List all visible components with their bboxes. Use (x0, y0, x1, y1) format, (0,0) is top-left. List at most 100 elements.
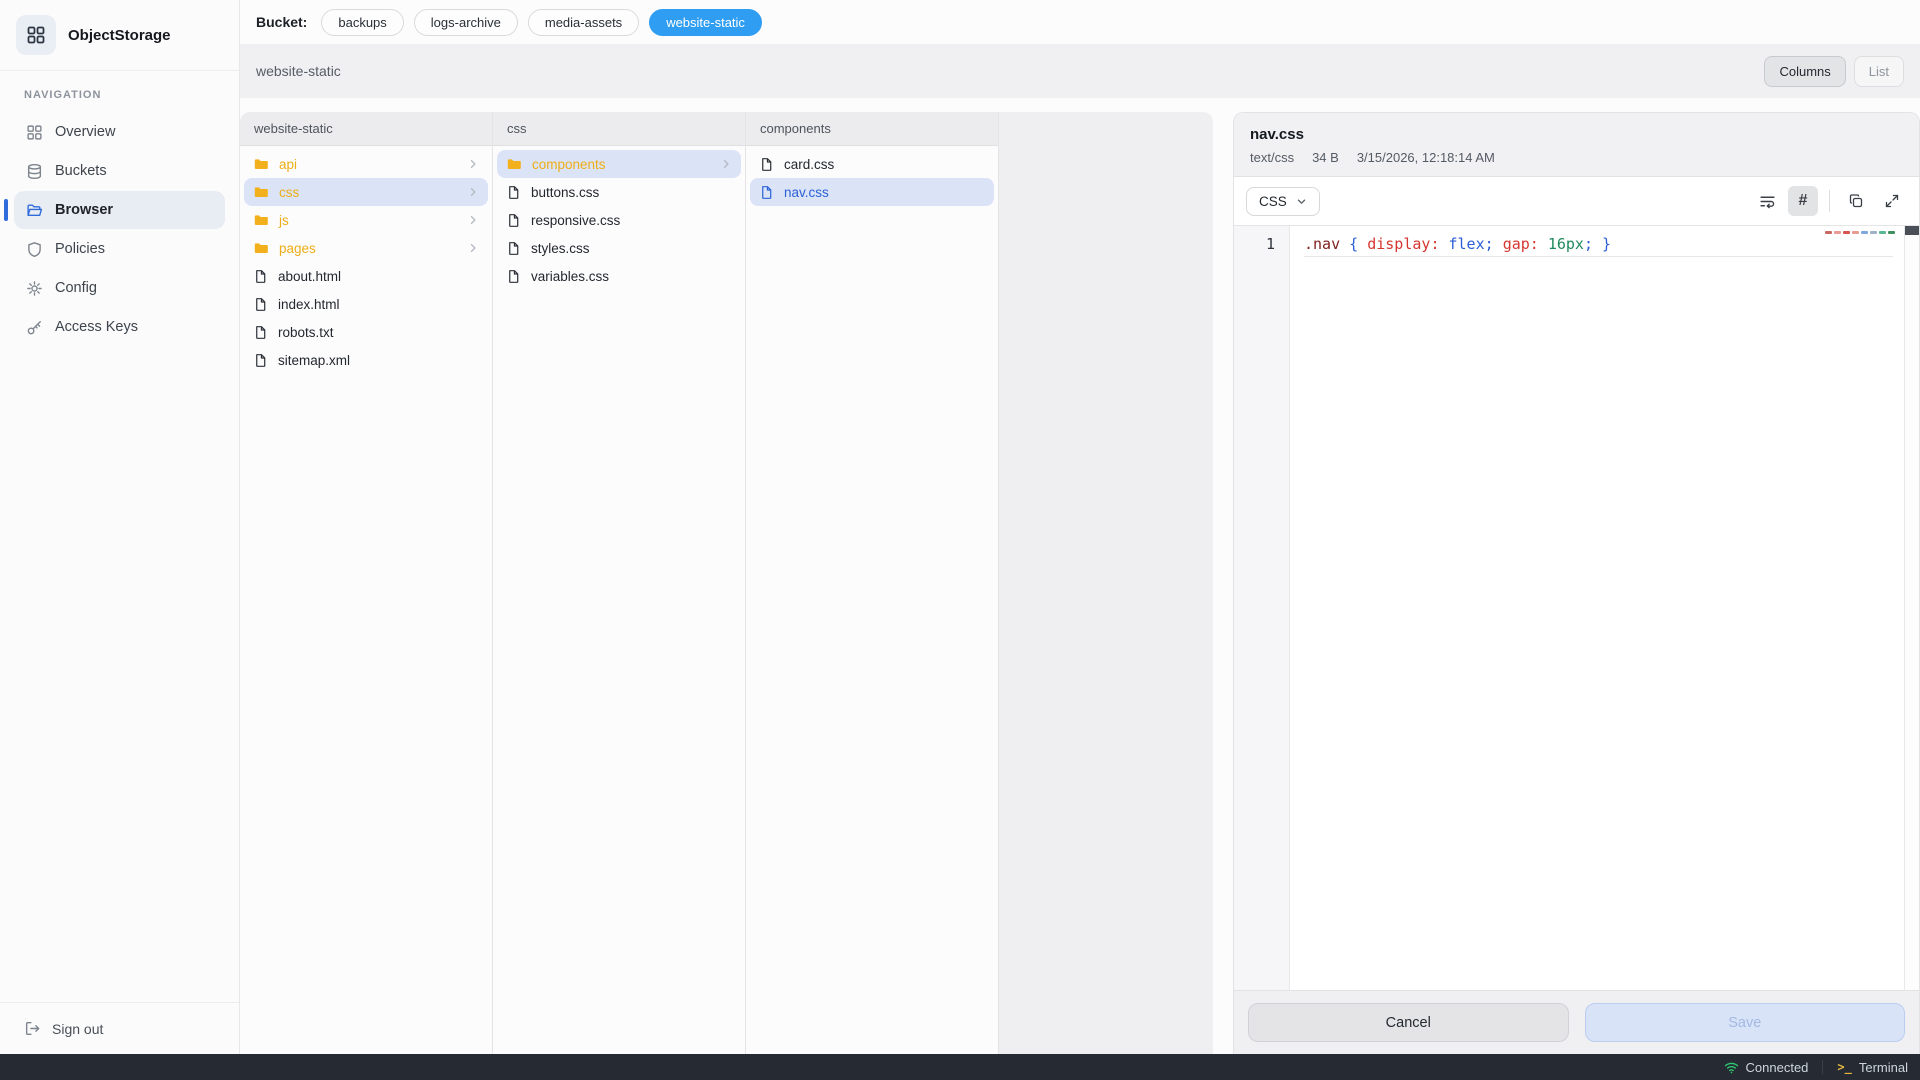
chevron-right-icon (467, 214, 479, 226)
bucket-pill-list: backups logs-archive media-assets website-s… (321, 9, 762, 36)
minimap-mark (1843, 231, 1850, 234)
folder-row-js[interactable]: js (244, 206, 488, 234)
folder-open-icon (26, 202, 43, 219)
gear-icon (26, 280, 43, 297)
code-token-punct (1539, 235, 1548, 253)
copy-button[interactable] (1841, 186, 1871, 216)
bucket-pill-logs-archive[interactable]: logs-archive (414, 9, 518, 36)
file-row-card-css[interactable]: card.css (750, 150, 994, 178)
folder-row-api[interactable]: api (244, 150, 488, 178)
connection-status-label: Connected (1746, 1060, 1809, 1075)
sidebar-item-label: Policies (55, 241, 105, 257)
entry-name: buttons.css (531, 185, 599, 200)
chevron-down-icon (1296, 196, 1307, 207)
sign-out-button[interactable]: Sign out (0, 1002, 239, 1054)
entry-name: components (532, 157, 606, 172)
sidebar: ObjectStorage NAVIGATION OverviewBuckets… (0, 0, 240, 1054)
file-row-buttons-css[interactable]: buttons.css (497, 178, 741, 206)
file-row-about-html[interactable]: about.html (244, 262, 488, 290)
file-detail-header: nav.css text/css 34 B 3/15/2026, 12:18:1… (1234, 113, 1919, 177)
grid-icon (26, 124, 43, 141)
file-row-responsive-css[interactable]: responsive.css (497, 206, 741, 234)
view-toggle: Columns List (1764, 56, 1904, 87)
column-body: api css js pages about.html index.htmlrobots.… (240, 146, 492, 378)
file-icon (506, 241, 521, 256)
view-button-columns[interactable]: Columns (1764, 56, 1845, 87)
status-divider (1822, 1060, 1823, 1074)
line-numbers-button[interactable]: # (1788, 186, 1818, 216)
terminal-icon: >_ (1837, 1060, 1851, 1074)
bucket-pill-media-assets[interactable]: media-assets (528, 9, 639, 36)
code-line: .nav { display: flex; gap: 16px; } (1304, 235, 1893, 257)
file-icon (506, 269, 521, 284)
sidebar-item-overview[interactable]: Overview (14, 113, 225, 151)
folder-icon (253, 212, 269, 228)
code-token-punct (1494, 235, 1503, 253)
sidebar-item-config[interactable]: Config (14, 269, 225, 307)
folder-row-pages[interactable]: pages (244, 234, 488, 262)
sidebar-item-policies[interactable]: Policies (14, 230, 225, 268)
column-body: card.cssnav.css (746, 146, 998, 210)
code-editor[interactable]: 1 .nav { display: flex; gap: 16px; } (1234, 226, 1919, 990)
entry-name: js (279, 213, 289, 228)
bucket-bar-label: Bucket: (256, 14, 307, 30)
file-row-sitemap-xml[interactable]: sitemap.xml (244, 346, 488, 374)
chevron-right-icon (467, 158, 479, 170)
entry-name: api (279, 157, 297, 172)
sidebar-item-browser[interactable]: Browser (14, 191, 225, 229)
save-button[interactable]: Save (1585, 1003, 1906, 1042)
wifi-icon (1724, 1061, 1739, 1074)
path-header: website-static ColumnsList (240, 44, 1920, 98)
entry-name: variables.css (531, 269, 609, 284)
minimap-mark (1861, 231, 1868, 234)
code-token-punct: { (1349, 235, 1358, 253)
column-css: csscomponentsbuttons.cssresponsive.cssst… (493, 112, 746, 1054)
copy-icon (1848, 193, 1864, 209)
folder-icon (506, 156, 522, 172)
bucket-pill-website-static[interactable]: website-static (649, 9, 762, 36)
view-button-list[interactable]: List (1854, 56, 1904, 87)
folder-row-components[interactable]: components (497, 150, 741, 178)
line-number-gutter: 1 (1234, 226, 1290, 990)
entry-name: pages (279, 241, 316, 256)
cancel-button[interactable]: Cancel (1248, 1003, 1569, 1042)
file-row-robots-txt[interactable]: robots.txt (244, 318, 488, 346)
bucket-pill-backups[interactable]: backups (321, 9, 403, 36)
expand-icon (1884, 193, 1900, 209)
terminal-button[interactable]: >_ Terminal (1837, 1060, 1908, 1075)
main-area: Bucket: backups logs-archive media-assets w… (240, 0, 1920, 1054)
file-name-title: nav.css (1250, 126, 1903, 143)
entry-name: sitemap.xml (278, 353, 350, 368)
file-row-nav-css[interactable]: nav.css (750, 178, 994, 206)
file-row-styles-css[interactable]: styles.css (497, 234, 741, 262)
editor-scrollbar-thumb[interactable] (1905, 226, 1919, 235)
file-icon (253, 325, 268, 340)
expand-button[interactable] (1877, 186, 1907, 216)
file-row-index-html[interactable]: index.html (244, 290, 488, 318)
sidebar-item-buckets[interactable]: Buckets (14, 152, 225, 190)
code-token-property: gap (1503, 235, 1530, 253)
code-token-punct: } (1602, 235, 1611, 253)
code-pane[interactable]: .nav { display: flex; gap: 16px; } (1290, 226, 1919, 990)
file-modified-date: 3/15/2026, 12:18:14 AM (1357, 150, 1495, 165)
file-detail-panel: nav.css text/css 34 B 3/15/2026, 12:18:1… (1233, 112, 1920, 1054)
sidebar-item-access-keys[interactable]: Access Keys (14, 308, 225, 346)
sidebar-item-label: Config (55, 280, 97, 296)
code-token-punct (1439, 235, 1448, 253)
file-icon (253, 297, 268, 312)
word-wrap-button[interactable] (1752, 186, 1782, 216)
minimap-mark (1870, 231, 1877, 234)
language-select[interactable]: CSS (1246, 187, 1320, 216)
code-token-property: display (1367, 235, 1430, 253)
file-row-variables-css[interactable]: variables.css (497, 262, 741, 290)
toolbar-divider (1829, 190, 1830, 212)
code-token-number: 16px (1548, 235, 1584, 253)
file-icon (759, 185, 774, 200)
column-components: componentscard.cssnav.css (746, 112, 999, 1054)
folder-icon (253, 156, 269, 172)
code-token-punct: ; (1485, 235, 1494, 253)
folder-row-css[interactable]: css (244, 178, 488, 206)
entry-name: about.html (278, 269, 341, 284)
editor-scrollbar[interactable] (1904, 226, 1919, 990)
entry-name: styles.css (531, 241, 590, 256)
